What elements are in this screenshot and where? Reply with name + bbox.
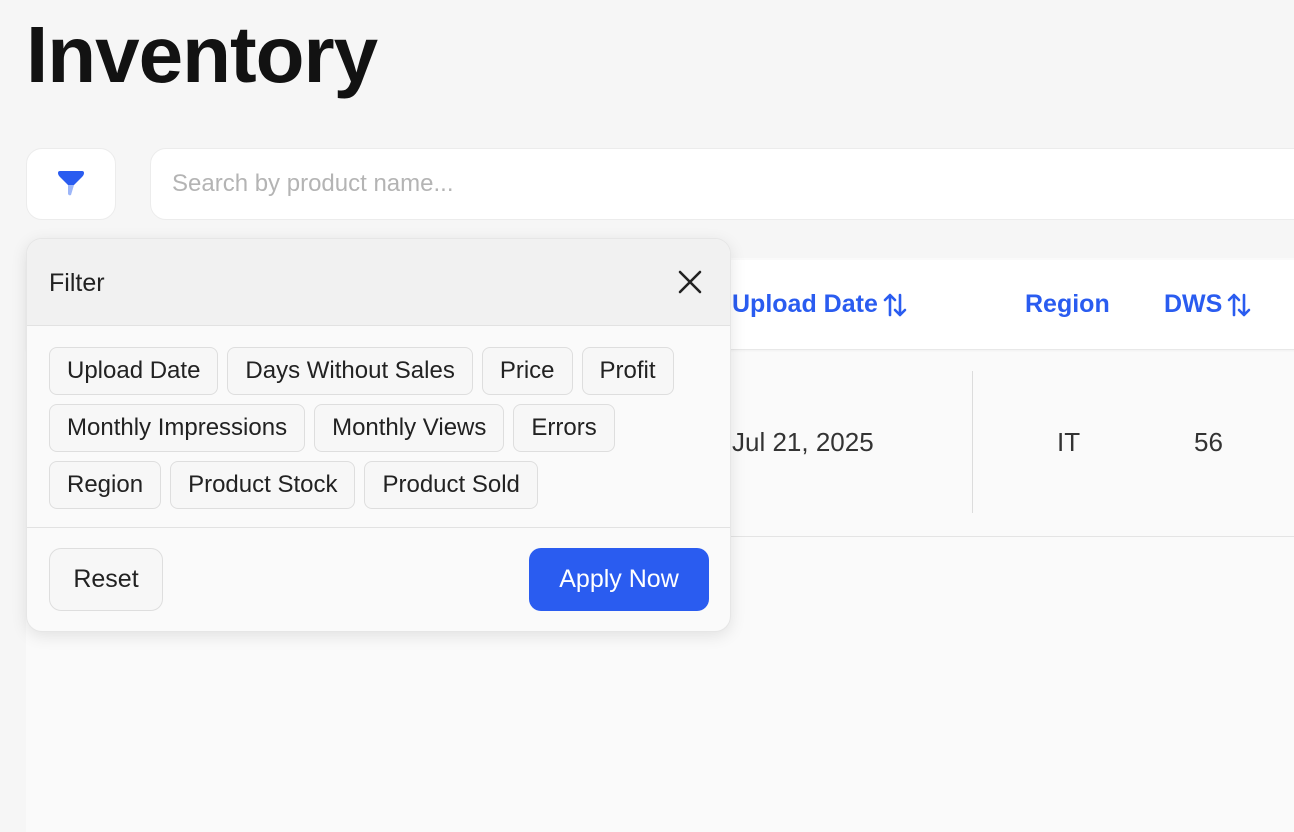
- filter-option-monthly-views[interactable]: Monthly Views: [314, 404, 505, 452]
- funnel-icon: [58, 171, 84, 196]
- page-title: Inventory: [26, 10, 378, 99]
- cell-region: IT: [1057, 427, 1081, 457]
- search-input[interactable]: [172, 170, 1294, 198]
- search-box: [150, 148, 1294, 220]
- inventory-page: Inventory Upload Date Region DWS: [0, 0, 1294, 832]
- filter-option-product-sold[interactable]: Product Sold: [364, 461, 538, 509]
- filter-option-price[interactable]: Price: [481, 347, 573, 395]
- sort-icon: [1228, 293, 1251, 316]
- filter-panel-title: Filter: [49, 269, 105, 297]
- cell-dws: 56: [1194, 427, 1223, 457]
- filter-option-region[interactable]: Region: [49, 461, 162, 509]
- close-icon[interactable]: [675, 267, 705, 297]
- filter-option-monthly-impressions[interactable]: Monthly Impressions: [49, 404, 306, 452]
- filter-option-upload-date[interactable]: Upload Date: [49, 347, 219, 395]
- cell-upload-date: Jul 21, 2025: [732, 427, 874, 457]
- column-divider: [972, 371, 973, 513]
- filter-option-errors[interactable]: Errors: [513, 404, 615, 452]
- filter-option-profit[interactable]: Profit: [581, 347, 674, 395]
- column-header-region[interactable]: Region: [1025, 290, 1110, 319]
- apply-now-button[interactable]: Apply Now: [529, 548, 709, 611]
- sort-icon: [883, 293, 907, 316]
- filter-options: Upload Date Days Without Sales Price Pro…: [49, 347, 719, 509]
- filter-option-days-without-sales[interactable]: Days Without Sales: [227, 347, 473, 395]
- filter-panel-footer: Reset Apply Now: [27, 527, 730, 631]
- reset-button[interactable]: Reset: [49, 548, 163, 611]
- filter-panel-header: Filter: [27, 239, 730, 326]
- filter-toggle-button[interactable]: [26, 148, 116, 220]
- filter-panel: Filter Upload Date Days Without Sales Pr…: [26, 238, 731, 632]
- column-header-dws[interactable]: DWS: [1164, 290, 1252, 319]
- filter-option-product-stock[interactable]: Product Stock: [170, 461, 356, 509]
- column-header-upload-date[interactable]: Upload Date: [732, 290, 908, 319]
